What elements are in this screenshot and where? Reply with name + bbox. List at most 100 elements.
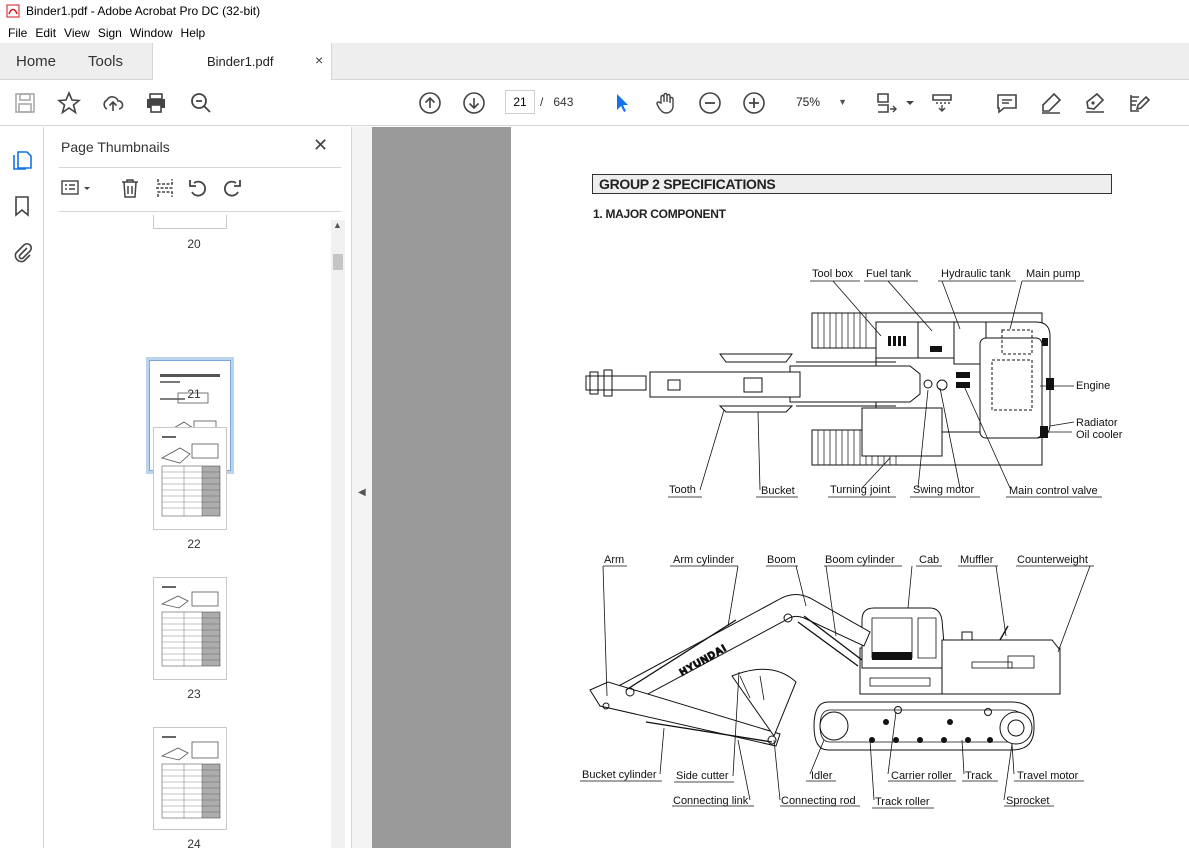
draw-sign-icon[interactable]	[1083, 91, 1107, 115]
page-count: / 643	[540, 95, 574, 109]
thumbnail-page-20[interactable]	[153, 215, 227, 229]
label-idler: Idler	[811, 770, 833, 782]
label-radiator: Radiator	[1076, 417, 1118, 429]
tab-tools[interactable]: Tools	[88, 53, 123, 70]
chevron-down-icon: ▼	[838, 97, 847, 107]
side-sprocket	[999, 711, 1033, 745]
page-fit-icon[interactable]	[874, 91, 898, 115]
page-thumbnails-icon[interactable]	[11, 149, 33, 171]
save-icon[interactable]	[13, 91, 37, 115]
label-sprocket: Sprocket	[1006, 795, 1049, 807]
current-page-input[interactable]	[505, 90, 535, 114]
scroll-mode-icon[interactable]	[930, 91, 954, 115]
menu-view[interactable]: View	[64, 26, 90, 40]
tab-close-button[interactable]: ×	[315, 52, 323, 68]
top-tooth	[585, 369, 647, 397]
top-fuel-tank	[917, 321, 955, 359]
upload-cloud-icon[interactable]	[101, 91, 125, 115]
toolbar	[0, 80, 1189, 126]
select-cursor-icon[interactable]	[610, 91, 634, 115]
label-oil-cooler: Oil cooler	[1076, 429, 1123, 441]
menu-sign[interactable]: Sign	[98, 26, 122, 40]
thumbnail-number: 24	[187, 837, 201, 848]
panel-title: Page Thumbnails	[61, 139, 170, 155]
label-boom: Boom	[767, 554, 796, 566]
window-title: Binder1.pdf - Adobe Acrobat Pro DC (32-b…	[26, 4, 261, 18]
label-track: Track	[965, 770, 993, 782]
label-travel-motor: Travel motor	[1017, 770, 1079, 782]
highlight-pen-icon[interactable]	[1039, 91, 1063, 115]
label-counterweight: Counterweight	[1017, 554, 1088, 566]
rotate-left-icon[interactable]	[187, 177, 209, 201]
label-bucket: Bucket	[761, 485, 795, 497]
print-icon[interactable]	[144, 91, 168, 115]
label-boom-cylinder: Boom cylinder	[825, 554, 895, 566]
thumbnail-page-22[interactable]	[153, 427, 227, 530]
label-connecting-rod: Connecting rod	[781, 795, 856, 807]
thumbnail-preview	[160, 436, 221, 517]
label-hydraulic-tank: Hydraulic tank	[941, 268, 1011, 280]
top-engine-area	[979, 337, 1043, 439]
tab-bar: Home Tools Binder1.pdf ×	[0, 43, 1189, 80]
label-cab: Cab	[919, 554, 939, 566]
rotate-right-icon[interactable]	[221, 177, 243, 201]
label-fuel-tank: Fuel tank	[866, 268, 912, 280]
hand-tool-icon[interactable]	[654, 91, 678, 115]
label-main-pump: Main pump	[1026, 268, 1080, 280]
label-muffler: Muffler	[960, 554, 994, 566]
label-arm: Arm	[604, 554, 624, 566]
divider	[59, 211, 341, 212]
thumbnail-options-icon[interactable]	[61, 177, 93, 201]
thumbnail-preview	[160, 586, 221, 667]
divider	[59, 167, 341, 168]
zoom-search-icon[interactable]	[189, 91, 213, 115]
label-swing-motor: Swing motor	[913, 484, 974, 496]
label-side-cutter: Side cutter	[676, 770, 729, 782]
side-engine-hood	[941, 639, 1061, 695]
zoom-level-select[interactable]: 75% ▼	[787, 90, 855, 114]
thumbnail-scrollbar[interactable]: ▲	[331, 220, 345, 848]
thumbnail-list: 20 21 22 23 24	[59, 215, 329, 848]
delete-page-icon[interactable]	[119, 177, 141, 201]
label-engine: Engine	[1076, 380, 1110, 392]
page-fit-dropdown-caret[interactable]	[898, 91, 914, 115]
label-bucket-cylinder: Bucket cylinder	[582, 769, 657, 781]
menu-help[interactable]: Help	[181, 26, 206, 40]
menu-bar: File Edit View Sign Window Help	[0, 22, 1189, 43]
scrollbar-thumb[interactable]	[333, 254, 343, 270]
menu-file[interactable]: File	[8, 26, 27, 40]
scroll-up-arrow-icon[interactable]: ▲	[333, 220, 342, 230]
label-carrier-roller: Carrier roller	[891, 770, 952, 782]
label-main-control-valve: Main control valve	[1009, 485, 1098, 497]
bookmark-icon[interactable]	[11, 195, 33, 217]
label-turning-joint: Turning joint	[830, 484, 890, 496]
tab-home[interactable]: Home	[16, 53, 56, 70]
extract-pages-icon[interactable]	[154, 177, 176, 201]
side-idler	[819, 711, 849, 741]
top-boom	[789, 365, 921, 403]
menu-edit[interactable]: Edit	[35, 26, 56, 40]
zoom-out-icon[interactable]	[698, 91, 722, 115]
label-connecting-link: Connecting link	[673, 795, 749, 807]
thumbnail-page-23[interactable]	[153, 577, 227, 680]
tab-document[interactable]: Binder1.pdf ×	[152, 43, 332, 80]
next-page-icon[interactable]	[462, 91, 486, 115]
zoom-in-icon[interactable]	[742, 91, 766, 115]
attachment-icon[interactable]	[11, 241, 33, 263]
panel-splitter[interactable]: ◀	[352, 127, 372, 848]
label-track-roller: Track roller	[875, 796, 930, 808]
panel-close-button[interactable]: ✕	[313, 135, 328, 156]
page-thumbnails-panel: Page Thumbnails ✕ 20 21 22 23 24	[45, 127, 352, 848]
previous-page-icon[interactable]	[418, 91, 442, 115]
menu-window[interactable]: Window	[130, 26, 173, 40]
comment-icon[interactable]	[995, 91, 1019, 115]
thumbnail-preview	[160, 736, 221, 819]
collapse-panel-arrow-icon[interactable]: ◀	[358, 487, 366, 498]
side-muffler	[999, 625, 1009, 641]
edit-document-icon[interactable]	[1127, 91, 1151, 115]
star-icon[interactable]	[57, 91, 81, 115]
top-track-upper-links	[817, 313, 867, 348]
thumbnail-page-24[interactable]	[153, 727, 227, 830]
navigation-rail	[0, 127, 44, 848]
label-tooth: Tooth	[669, 484, 696, 496]
